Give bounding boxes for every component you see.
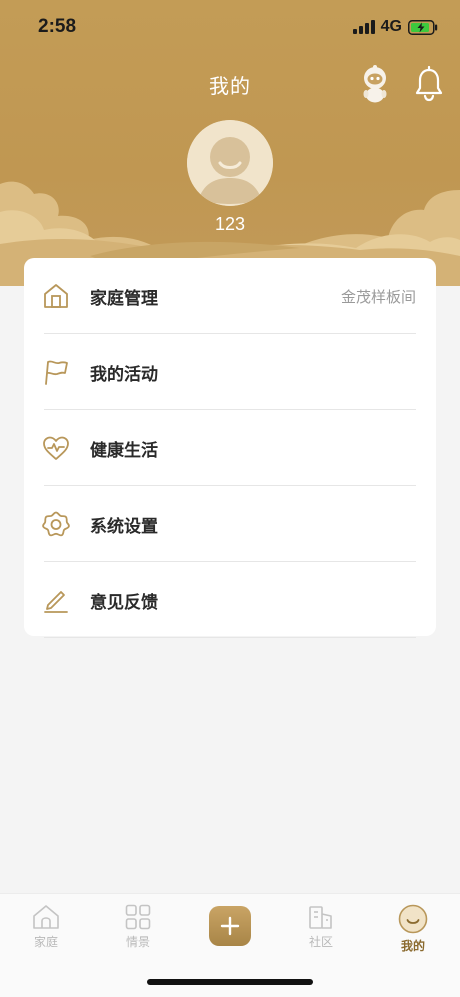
- smile-icon: [398, 904, 428, 934]
- avatar[interactable]: [187, 120, 273, 206]
- page-title: 我的: [209, 74, 251, 98]
- battery-icon: [408, 19, 438, 35]
- bell-icon[interactable]: [414, 66, 444, 102]
- menu-item-value: 金茂样板间: [340, 288, 416, 306]
- tab-scenes[interactable]: 情景: [108, 904, 168, 950]
- menu-item-feedback[interactable]: 意见反馈: [24, 562, 436, 638]
- flag-icon: [45, 360, 68, 385]
- grid-icon: [125, 904, 151, 930]
- menu-item-my-activities[interactable]: 我的活动: [24, 334, 436, 410]
- home-icon: [33, 905, 59, 929]
- gear-icon: [42, 511, 70, 537]
- tab-me[interactable]: 我的: [383, 904, 443, 954]
- divider: [44, 637, 416, 638]
- status-time: 2:58: [38, 16, 77, 37]
- profile-header: 2:58 4G 我的 123: [0, 0, 460, 286]
- house-icon: [44, 284, 68, 308]
- menu-card: 家庭管理 金茂样板间 我的活动 健康生活 系统设置 意见反馈: [24, 258, 436, 638]
- tab-home[interactable]: 家庭: [16, 904, 76, 950]
- menu-item-system-settings[interactable]: 系统设置: [24, 486, 436, 562]
- pen-icon: [44, 591, 68, 613]
- add-button[interactable]: [209, 906, 251, 946]
- tab-label: 我的: [400, 939, 425, 953]
- heart-pulse-icon: [43, 436, 69, 460]
- tab-label: 情景: [125, 935, 150, 949]
- menu-item-healthy-living[interactable]: 健康生活: [24, 410, 436, 486]
- home-indicator: [147, 979, 313, 985]
- menu-item-label: 系统设置: [90, 517, 158, 537]
- signal-icon: [352, 20, 375, 34]
- network-label: 4G: [380, 18, 402, 35]
- menu-item-label: 健康生活: [90, 441, 158, 461]
- tab-community[interactable]: 社区: [291, 904, 351, 950]
- building-icon: [309, 906, 332, 929]
- plus-icon: [220, 916, 240, 936]
- status-indicators: 4G: [352, 18, 438, 36]
- tab-label: 社区: [308, 935, 333, 949]
- tab-label: 家庭: [33, 935, 58, 949]
- menu-item-label: 家庭管理: [90, 289, 158, 309]
- robot-assistant-icon[interactable]: [359, 64, 391, 104]
- menu-item-family-management[interactable]: 家庭管理 金茂样板间: [24, 258, 436, 334]
- default-avatar-icon: [187, 120, 273, 206]
- username: 123: [214, 214, 246, 234]
- menu-item-label: 意见反馈: [90, 593, 158, 613]
- menu-item-label: 我的活动: [90, 365, 158, 385]
